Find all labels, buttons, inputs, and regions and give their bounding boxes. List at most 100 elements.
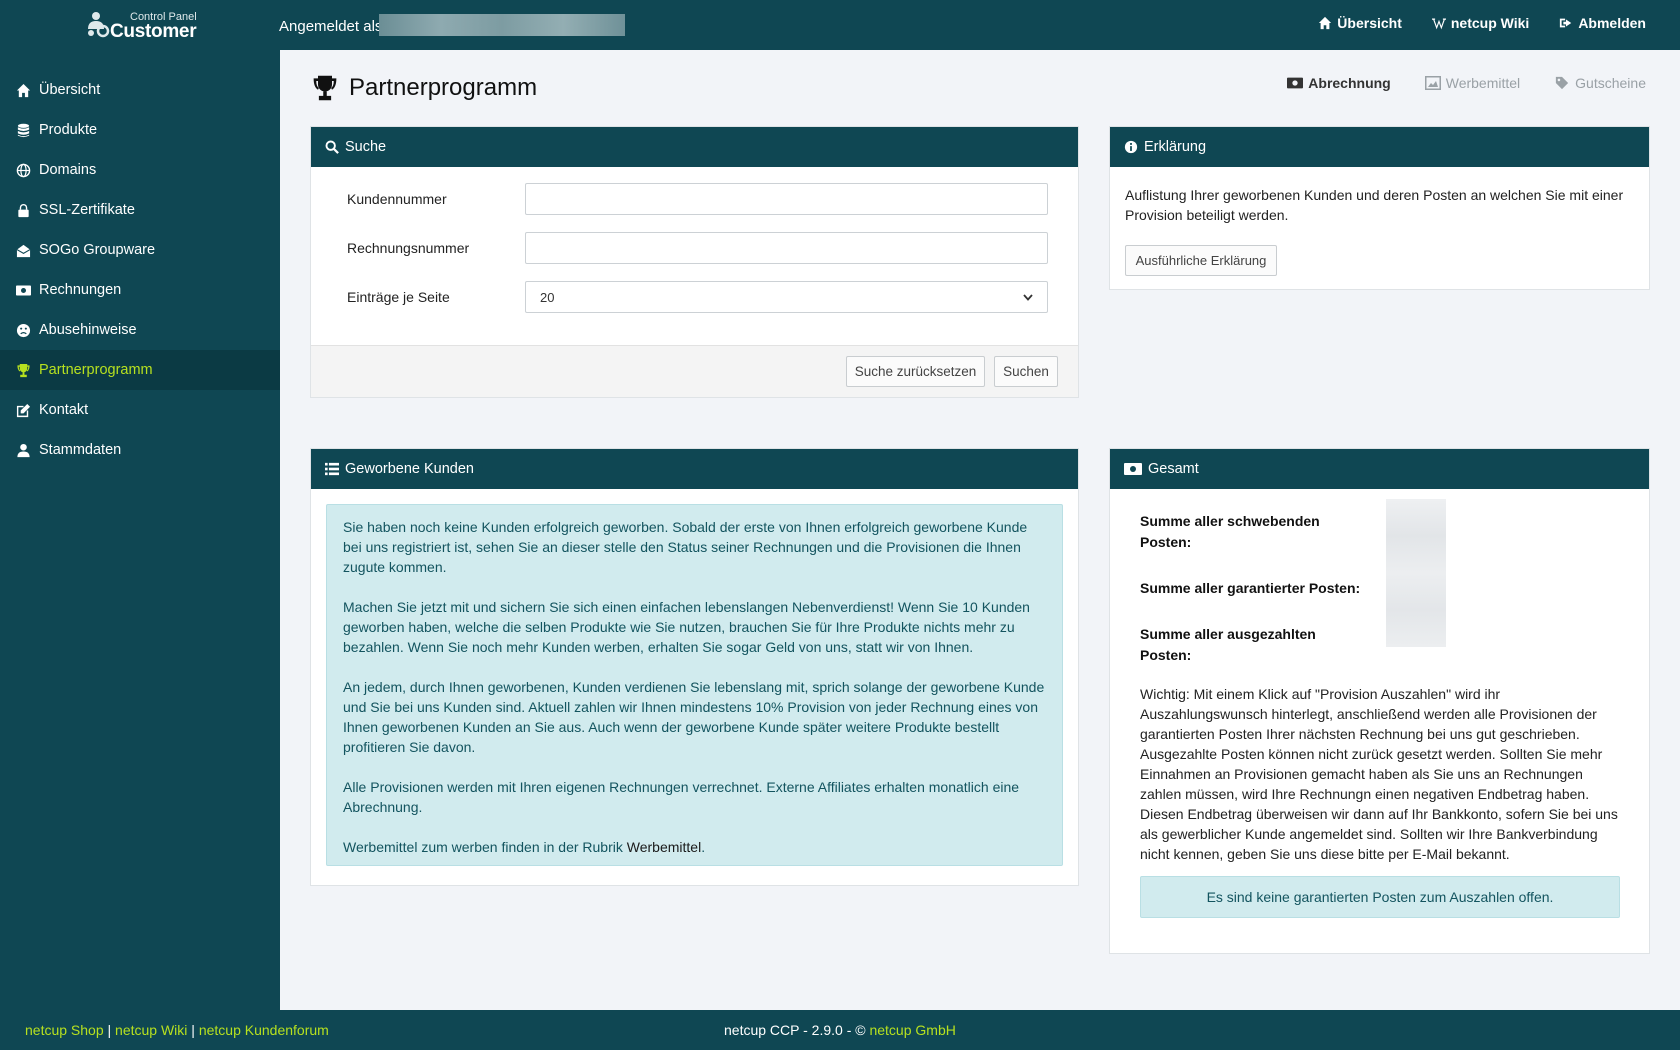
sidebar-item-label: Übersicht <box>39 82 101 98</box>
page-title-text: Partnerprogramm <box>349 74 538 101</box>
explanation-text: Auflistung Ihrer geworbenen Kunden und d… <box>1125 187 1624 223</box>
search-panel: Suche Kundennummer Rechnungsnummer Eintr… <box>310 126 1079 398</box>
sidebar-item-label: Partnerprogramm <box>39 362 153 378</box>
recruited-customers-panel: Geworbene Kunden Sie haben noch keine Ku… <box>310 448 1079 886</box>
payout-notice: Wichtig: Mit einem Klick auf "Provision … <box>1140 686 1618 862</box>
sidebar-item-products[interactable]: Produkte <box>0 110 280 150</box>
info-paragraph-last: Werbemittel zum werben finden in der Rub… <box>343 837 1046 857</box>
frown-icon <box>15 322 31 338</box>
top-nav-overview[interactable]: Übersicht <box>1318 15 1402 31</box>
tab-billing-label: Abrechnung <box>1308 75 1391 91</box>
top-nav-wiki-label: netcup Wiki <box>1450 15 1530 31</box>
sidebar-item-abuse[interactable]: Abusehinweise <box>0 310 280 350</box>
invoice-number-row: Rechnungsnummer <box>347 232 1048 264</box>
tab-vouchers-label: Gutscheine <box>1575 75 1646 91</box>
username-redacted <box>379 14 625 36</box>
page-title: Partnerprogramm <box>311 74 537 102</box>
paid-sum-label: Summe aller ausgezahlten Posten: <box>1140 626 1316 663</box>
home-icon <box>15 82 31 98</box>
sidebar-item-label: Domains <box>39 162 97 178</box>
total-panel-title: Gesamt <box>1148 461 1199 477</box>
image-icon <box>1424 76 1441 90</box>
explanation-panel-header: Erklärung <box>1110 127 1649 167</box>
per-page-label: Einträge je Seite <box>347 289 450 305</box>
customer-number-input[interactable] <box>525 183 1048 215</box>
search-panel-title: Suche <box>345 139 387 155</box>
recruited-customers-info: Sie haben noch keine Kunden erfolgreich … <box>326 504 1063 866</box>
sidebar-item-label: Stammdaten <box>39 442 122 458</box>
footer-company-link[interactable]: netcup GmbH <box>869 1022 955 1038</box>
detailed-explanation-button[interactable]: Ausführliche Erklärung <box>1125 245 1277 276</box>
home-icon <box>1319 16 1332 30</box>
footer-version-text: netcup CCP - 2.9.0 - © <box>724 1022 866 1038</box>
sidebar-item-invoices[interactable]: Rechnungen <box>0 270 280 310</box>
sidebar-item-label: SOGo Groupware <box>39 242 156 258</box>
customer-number-row: Kundennummer <box>347 183 1048 215</box>
sidebar-item-ssl[interactable]: SSL-Zertifikate <box>0 190 280 230</box>
sidebar-item-contact[interactable]: Kontakt <box>0 390 280 430</box>
reset-search-button[interactable]: Suche zurücksetzen <box>846 356 985 387</box>
sidebar-item-label: Rechnungen <box>39 282 122 298</box>
advertising-link[interactable]: Werbemittel <box>627 839 701 855</box>
footer-link-forum[interactable]: netcup Kundenforum <box>199 1022 329 1038</box>
lock-icon <box>15 202 31 218</box>
search-icon <box>325 140 339 154</box>
money-icon <box>1287 77 1304 89</box>
sidebar-item-master-data[interactable]: Stammdaten <box>0 430 280 470</box>
info-paragraph: Machen Sie jetzt mit und sichern Sie sic… <box>343 599 1030 655</box>
top-nav-overview-label: Übersicht <box>1337 15 1402 31</box>
total-panel: Gesamt Summe aller schwebenden Posten: S… <box>1109 448 1650 954</box>
top-nav-logout-label: Abmelden <box>1578 15 1646 31</box>
logged-in-label: Angemeldet als <box>279 18 383 35</box>
trophy-icon <box>313 75 337 101</box>
per-page-row: Einträge je Seite 20 <box>347 281 1048 313</box>
database-icon <box>15 122 31 138</box>
footer: netcup Shop | netcup Wiki | netcup Kunde… <box>0 1010 1680 1050</box>
sum-values-redacted <box>1386 499 1446 647</box>
tab-advertising[interactable]: Werbemittel <box>1424 75 1521 91</box>
page-tabs: Abrechnung Werbemittel Gutscheine <box>1287 75 1646 91</box>
info-paragraph: An jedem, durch Ihnen geworbenen, Kunden… <box>343 679 1045 755</box>
list-icon <box>325 462 339 476</box>
top-nav-wiki[interactable]: netcup Wiki <box>1431 15 1530 31</box>
per-page-value: 20 <box>540 289 555 305</box>
total-panel-header: Gesamt <box>1110 449 1649 489</box>
sidebar-item-partner[interactable]: Partnerprogramm <box>0 350 280 390</box>
top-nav-logout[interactable]: Abmelden <box>1559 15 1646 31</box>
info-paragraph: Sie haben noch keine Kunden erfolgreich … <box>343 519 1028 575</box>
footer-separator: | <box>191 1022 195 1038</box>
sidebar-item-label: SSL-Zertifikate <box>39 202 135 218</box>
sidebar-item-domains[interactable]: Domains <box>0 150 280 190</box>
tab-advertising-label: Werbemittel <box>1445 75 1521 91</box>
edit-icon <box>15 402 31 418</box>
logo-title: Customer <box>110 21 197 42</box>
tag-icon <box>1556 76 1569 90</box>
footer-separator: | <box>107 1022 112 1038</box>
sidebar-item-overview[interactable]: Übersicht <box>0 70 280 110</box>
sidebar-item-sogo[interactable]: SOGo Groupware <box>0 230 280 270</box>
sign-out-icon <box>1560 18 1572 28</box>
top-bar: Control Panel Customer Angemeldet als Üb… <box>0 0 1680 50</box>
users-cog-icon <box>88 12 110 38</box>
logo[interactable]: Control Panel Customer <box>86 9 206 43</box>
top-nav: Übersicht netcup Wiki Abmelden <box>1318 15 1646 31</box>
tab-billing[interactable]: Abrechnung <box>1287 75 1391 91</box>
money-icon <box>15 282 31 298</box>
money-icon <box>1124 463 1142 475</box>
invoice-number-label: Rechnungsnummer <box>347 240 470 256</box>
footer-link-wiki[interactable]: netcup Wiki <box>115 1022 187 1038</box>
footer-link-shop[interactable]: netcup Shop <box>25 1022 104 1038</box>
recruited-customers-title: Geworbene Kunden <box>345 461 474 477</box>
search-panel-header: Suche <box>311 127 1078 167</box>
explanation-panel: Erklärung Auflistung Ihrer geworbenen Ku… <box>1109 126 1650 290</box>
recruited-customers-header: Geworbene Kunden <box>311 449 1078 489</box>
globe-icon <box>15 162 31 178</box>
invoice-number-input[interactable] <box>525 232 1048 264</box>
tab-vouchers[interactable]: Gutscheine <box>1554 75 1646 91</box>
sidebar-item-label: Abusehinweise <box>39 322 137 338</box>
guaranteed-sum-label: Summe aller garantierter Posten: <box>1140 580 1361 596</box>
per-page-select[interactable]: 20 <box>525 281 1048 313</box>
search-button[interactable]: Suchen <box>994 356 1058 387</box>
trophy-icon <box>15 362 31 378</box>
footer-links: netcup Shop | netcup Wiki | netcup Kunde… <box>25 1022 329 1038</box>
